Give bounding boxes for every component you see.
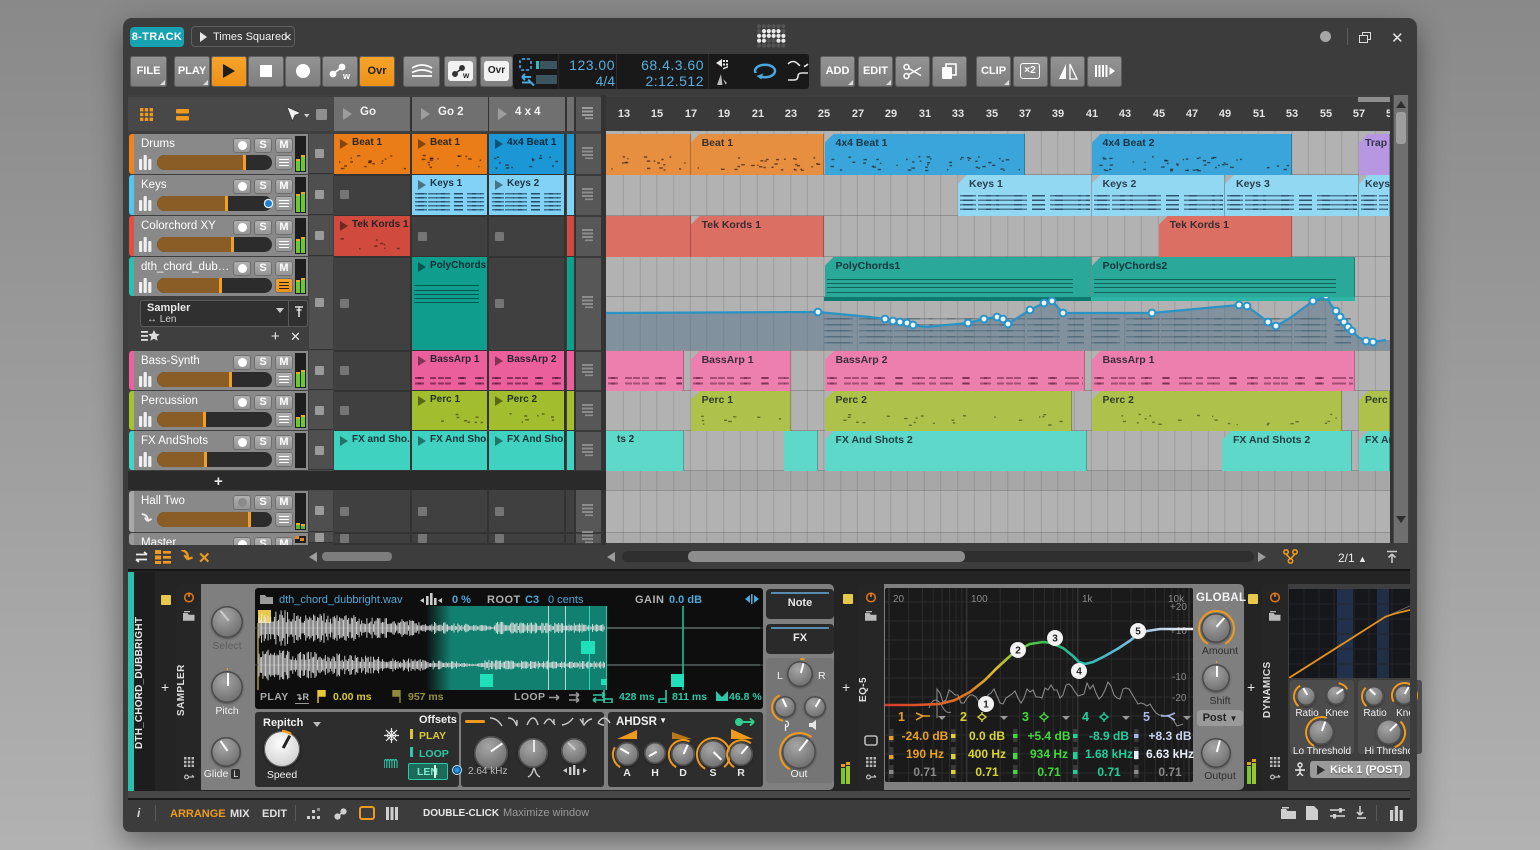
svg-text:1k: 1k [1082,594,1094,605]
svg-text:w: w [462,71,470,79]
svg-text:w: w [342,71,351,81]
svg-text:-10: -10 [1172,672,1187,683]
svg-text:5: 5 [1135,627,1141,638]
svg-text:20: 20 [893,594,905,605]
svg-text:100: 100 [971,594,988,605]
svg-text:3: 3 [1052,634,1058,645]
svg-text:+20: +20 [1170,602,1187,613]
svg-text:1: 1 [983,700,989,711]
svg-text:4: 4 [1076,667,1082,678]
svg-text:+10: +10 [1170,626,1187,637]
svg-text:2: 2 [1015,646,1021,657]
svg-text:-20: -20 [1172,693,1187,704]
